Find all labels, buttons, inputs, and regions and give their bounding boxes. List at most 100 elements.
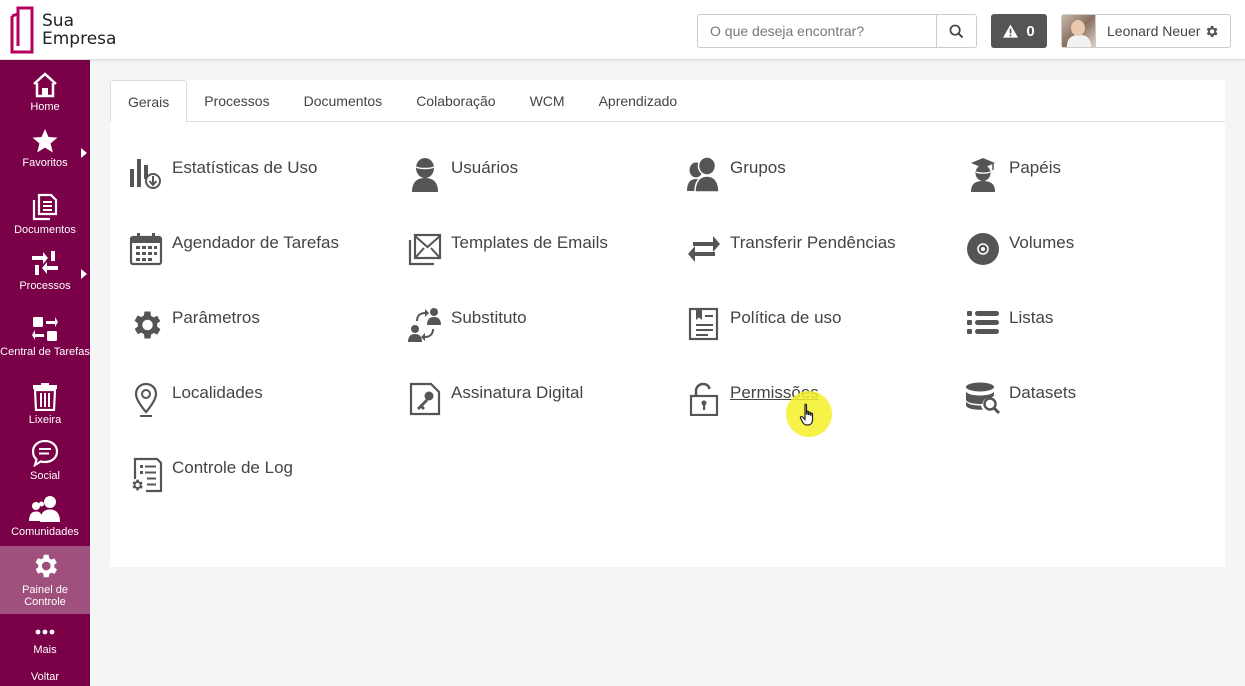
item-label: Controle de Log	[172, 458, 293, 477]
chat-icon	[31, 439, 59, 467]
sidebar-item-label: Home	[30, 101, 60, 113]
sidebar-item-central-de-tarefas[interactable]: Central de Tarefas	[0, 315, 90, 358]
item-controle-de-log[interactable]: Controle de Log	[128, 457, 293, 497]
item-label: Parâmetros	[172, 308, 260, 327]
sidebar-item-label: Central de Tarefas	[0, 346, 90, 358]
location-pin-icon	[134, 382, 158, 417]
tab-wcm[interactable]: WCM	[513, 80, 582, 122]
sidebar-item-label: Comunidades	[11, 526, 79, 538]
warning-icon	[1003, 24, 1019, 38]
item-label: Substituto	[451, 308, 527, 327]
submenu-arrow-icon	[81, 148, 87, 158]
gear-icon	[35, 554, 58, 578]
item-substituto[interactable]: Substituto	[407, 307, 527, 347]
sidebar-item-favoritos[interactable]: Favoritos	[0, 128, 90, 169]
item-grupos[interactable]: Grupos	[686, 157, 786, 197]
user-menu-button[interactable]: Leonard Neuer	[1061, 14, 1231, 48]
item-papeis[interactable]: Papéis	[965, 157, 1061, 197]
user-name: Leonard Neuer	[1107, 23, 1201, 39]
trash-icon	[33, 383, 57, 411]
group-icon	[687, 157, 720, 193]
item-label: Localidades	[172, 383, 263, 402]
item-label: Estatísticas de Uso	[172, 158, 318, 177]
item-usuarios[interactable]: Usuários	[407, 157, 518, 197]
item-label: Papéis	[1009, 158, 1061, 177]
tab-documentos[interactable]: Documentos	[287, 80, 400, 122]
sidebar-item-voltar[interactable]: Voltar	[0, 668, 90, 683]
sidebar-item-label: Social	[30, 470, 60, 482]
item-label: Templates de Emails	[451, 233, 608, 252]
item-label: Listas	[1009, 308, 1054, 327]
logo-line2: Empresa	[42, 29, 117, 49]
sidebar-item-label: Painel de Controle	[22, 584, 68, 608]
task-central-icon	[32, 317, 58, 341]
processes-icon	[32, 251, 58, 275]
alerts-count: 0	[1026, 22, 1035, 40]
sidebar-item-painel-de-controle[interactable]: Painel de Controle	[0, 546, 90, 614]
unlock-icon	[689, 382, 719, 416]
communities-icon	[29, 496, 60, 522]
sidebar-item-lixeira[interactable]: Lixeira	[0, 383, 90, 426]
submenu-arrow-icon	[81, 269, 87, 279]
item-label: Agendador de Tarefas	[172, 233, 339, 252]
usage-stats-icon	[130, 159, 161, 189]
graduate-icon	[971, 158, 995, 192]
dataset-search-icon	[966, 382, 1001, 415]
calendar-icon	[129, 233, 163, 266]
logo-text: Sua Empresa	[42, 12, 116, 48]
more-icon	[35, 629, 55, 635]
substitute-icon	[408, 308, 441, 342]
company-logo[interactable]: Sua Empresa	[8, 6, 128, 54]
item-volumes[interactable]: Volumes	[965, 232, 1074, 272]
item-transferir-pendencias[interactable]: Transferir Pendências	[686, 232, 896, 272]
cursor-highlight	[786, 391, 832, 437]
search-button[interactable]	[936, 15, 976, 47]
tab-processos[interactable]: Processos	[187, 80, 286, 122]
item-listas[interactable]: Listas	[965, 307, 1053, 347]
item-localidades[interactable]: Localidades	[128, 382, 263, 422]
item-label: Volumes	[1009, 233, 1075, 252]
item-estatisticas-de-uso[interactable]: Estatísticas de Uso	[128, 157, 318, 197]
item-label: Grupos	[730, 158, 786, 177]
tab-bar: Gerais Processos Documentos Colaboração …	[110, 80, 1225, 123]
tab-aprendizado[interactable]: Aprendizado	[582, 80, 695, 122]
item-templates-de-emails[interactable]: Templates de Emails	[407, 232, 608, 272]
sidebar-item-home[interactable]: Home	[0, 72, 90, 113]
list-icon	[967, 311, 999, 334]
star-icon	[32, 129, 58, 153]
search-icon	[949, 24, 964, 38]
sidebar-item-social[interactable]: Social	[0, 439, 90, 482]
alerts-button[interactable]: 0	[991, 14, 1047, 48]
sidebar: Home Favoritos Documentos Processos Cent…	[0, 60, 90, 686]
logo-line1: Sua	[42, 11, 74, 31]
item-label: Transferir Pendências	[730, 233, 896, 252]
control-panel: Gerais Processos Documentos Colaboração …	[110, 80, 1225, 567]
email-template-icon	[408, 233, 442, 266]
item-politica-de-uso[interactable]: Política de uso	[686, 307, 842, 347]
gear-icon	[134, 311, 161, 339]
item-label: Usuários	[451, 158, 519, 177]
documents-icon	[32, 193, 58, 221]
sidebar-item-mais[interactable]: Mais	[0, 628, 90, 656]
item-label: Datasets	[1009, 383, 1077, 402]
search-box	[697, 14, 977, 48]
top-header: Sua Empresa 0 Leonard Neuer	[0, 0, 1245, 60]
tab-gerais[interactable]: Gerais	[110, 80, 188, 123]
item-agendador-de-tarefas[interactable]: Agendador de Tarefas	[128, 232, 339, 272]
policy-icon	[688, 307, 719, 341]
sidebar-item-comunidades[interactable]: Comunidades	[0, 495, 90, 538]
avatar	[1062, 15, 1096, 47]
hand-pointer-icon	[799, 403, 814, 426]
search-input[interactable]	[698, 15, 936, 47]
sidebar-item-label: Mais	[33, 644, 57, 656]
tab-colaboracao[interactable]: Colaboração	[399, 80, 512, 122]
transfer-icon	[688, 236, 720, 262]
sidebar-item-label: Lixeira	[28, 414, 62, 426]
item-parametros[interactable]: Parâmetros	[128, 307, 260, 347]
item-assinatura-digital[interactable]: Assinatura Digital	[407, 382, 583, 422]
item-datasets[interactable]: Datasets	[965, 382, 1076, 422]
log-control-icon	[132, 457, 163, 493]
sidebar-item-documentos[interactable]: Documentos	[0, 193, 90, 236]
sidebar-item-processos[interactable]: Processos	[0, 249, 90, 292]
disc-icon	[967, 233, 999, 265]
